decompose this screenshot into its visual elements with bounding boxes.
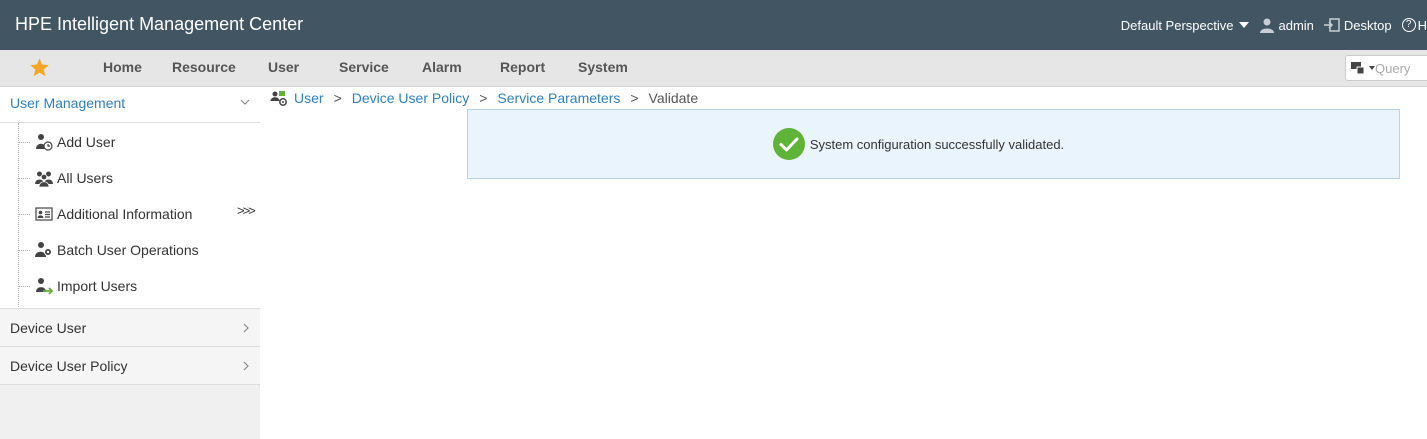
chevron-down-icon — [1239, 22, 1250, 28]
help-link[interactable]: ? H — [1401, 17, 1427, 33]
add-user-icon — [36, 134, 53, 151]
chevron-right-icon — [243, 323, 249, 333]
sidebar-item-label: Additional Information — [57, 206, 193, 222]
sidebar-section-device-user[interactable]: Device User — [0, 309, 260, 347]
user-menu[interactable]: admin — [1259, 17, 1314, 33]
breadcrumb-current: Validate — [648, 90, 699, 106]
sidebar-section-device-user-policy[interactable]: Device User Policy — [0, 347, 260, 385]
breadcrumb-separator: > — [333, 90, 342, 106]
all-users-icon — [35, 171, 53, 187]
help-label: H — [1417, 17, 1427, 33]
sidebar-item-label: Import Users — [57, 278, 138, 294]
user-settings-icon — [270, 91, 287, 106]
nav-user[interactable]: User — [268, 59, 299, 75]
nav-system[interactable]: System — [578, 59, 628, 75]
sidebar-item-import-users[interactable]: Import Users — [18, 275, 137, 297]
expand-panel-button[interactable]: >>> — [237, 203, 256, 218]
user-name: admin — [1278, 17, 1314, 33]
nav-alarm[interactable]: Alarm — [422, 59, 462, 75]
success-check-icon — [772, 128, 805, 160]
breadcrumb-separator: > — [479, 90, 488, 106]
batch-users-icon — [35, 242, 52, 257]
chevron-right-icon — [243, 361, 249, 371]
app-title: HPE Intelligent Management Center — [15, 14, 304, 34]
user-icon — [1260, 18, 1275, 33]
sidebar-item-additional-information[interactable]: Additional Information — [18, 203, 192, 225]
header-toolbar: Default Perspective admin Desktop ? H — [1121, 0, 1427, 50]
query-box — [1345, 55, 1427, 81]
breadcrumb-separator: > — [630, 90, 639, 106]
device-type-icon — [1351, 62, 1365, 75]
section-title: Device User — [10, 320, 87, 336]
sidebar-item-all-users[interactable]: All Users — [18, 167, 113, 189]
sidebar-item-label: All Users — [57, 170, 114, 186]
breadcrumb-service-parameters[interactable]: Service Parameters — [497, 90, 620, 106]
success-message-box: System configuration successfully valida… — [467, 109, 1400, 179]
breadcrumb-device-user-policy[interactable]: Device User Policy — [352, 90, 469, 106]
help-icon: ? — [1401, 18, 1416, 32]
section-title: User Management — [10, 95, 126, 111]
sidebar-item-batch-user-operations[interactable]: Batch User Operations — [18, 239, 199, 261]
nav-resource[interactable]: Resource — [172, 59, 236, 75]
nav-service[interactable]: Service — [339, 59, 389, 75]
sidebar-item-label: Add User — [57, 134, 116, 150]
import-users-icon — [36, 278, 53, 295]
query-input[interactable] — [1375, 60, 1427, 76]
breadcrumb: User > Device User Policy > Service Para… — [270, 88, 698, 108]
query-type-dropdown[interactable] — [1346, 56, 1375, 80]
perspective-dropdown[interactable]: Default Perspective — [1121, 18, 1250, 33]
main-nav: Home Resource User Service Alarm Report … — [0, 50, 1427, 87]
top-header: HPE Intelligent Management Center Defaul… — [0, 0, 1427, 50]
perspective-label: Default Perspective — [1120, 17, 1234, 33]
sidebar-item-add-user[interactable]: Add User — [18, 131, 115, 153]
info-card-icon — [35, 207, 53, 221]
breadcrumb-user[interactable]: User — [294, 90, 324, 106]
favorite-star-icon[interactable] — [29, 57, 50, 78]
sidebar: User Management Add User All Users Addit… — [0, 88, 260, 439]
sidebar-item-label: Batch User Operations — [57, 242, 199, 258]
success-message-text: System configuration successfully valida… — [809, 136, 1065, 152]
desktop-icon — [1323, 18, 1340, 32]
nav-report[interactable]: Report — [500, 59, 545, 75]
sidebar-section-user-management[interactable]: User Management — [0, 88, 260, 123]
chevron-down-icon — [240, 99, 250, 105]
nav-home[interactable]: Home — [103, 59, 142, 75]
user-management-list: Add User All Users Additional Informatio… — [0, 123, 260, 309]
desktop-label: Desktop — [1343, 17, 1392, 33]
section-title: Device User Policy — [10, 358, 128, 374]
desktop-link[interactable]: Desktop — [1323, 17, 1392, 33]
